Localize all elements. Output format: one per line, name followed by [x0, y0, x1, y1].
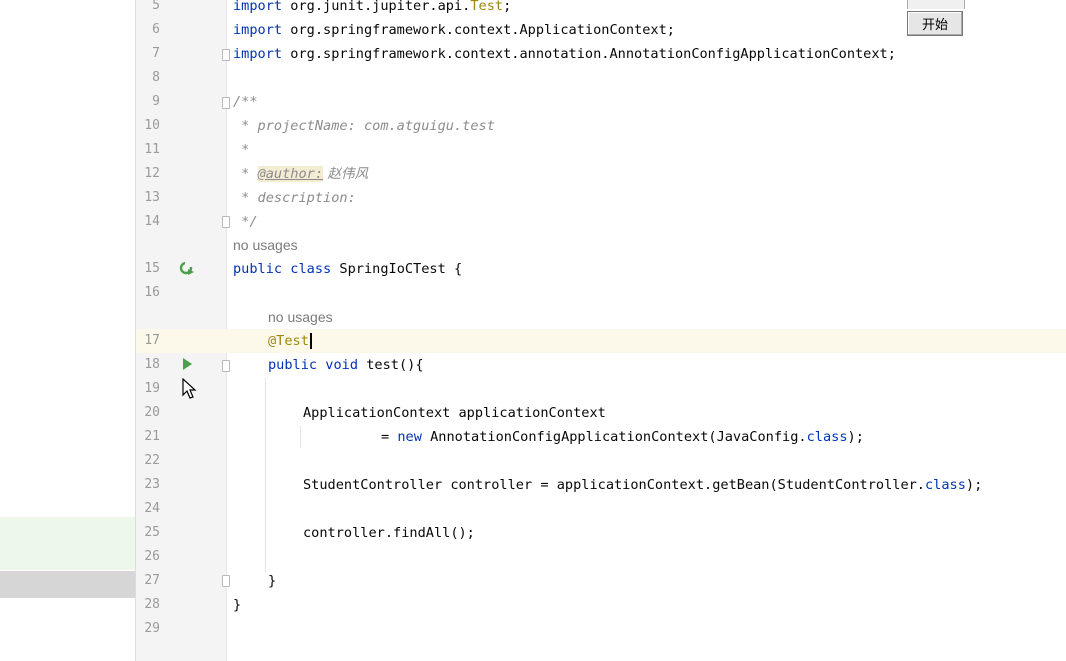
- line-number: 29: [144, 621, 160, 636]
- constructor-call: AnnotationConfigApplicationContext(JavaC…: [421, 429, 807, 445]
- author-name: 赵伟风: [323, 166, 369, 182]
- line-number: 13: [144, 190, 160, 205]
- code-line-18[interactable]: public void test(){: [268, 353, 424, 377]
- paren-close: );: [847, 429, 864, 445]
- code-line-28[interactable]: }: [233, 593, 241, 617]
- code-line-27[interactable]: }: [268, 569, 276, 593]
- javadoc-close[interactable]: */: [233, 210, 257, 234]
- code-line-20[interactable]: ApplicationContext applicationContext: [303, 401, 606, 425]
- paren-close: );: [965, 477, 983, 493]
- getbean-call: StudentController controller = applicati…: [303, 477, 925, 493]
- import-path: org.springframework.context.annotation.A…: [282, 46, 896, 62]
- keyword: class: [806, 429, 848, 445]
- line-number: 15: [144, 261, 160, 276]
- line-number: 16: [144, 285, 160, 300]
- code-line-15[interactable]: public class SpringIoCTest {: [233, 257, 462, 281]
- keyword: import: [233, 22, 283, 38]
- line-number: 8: [152, 70, 160, 85]
- method-name: test(){: [358, 357, 424, 373]
- keyword: new: [397, 429, 422, 445]
- line-number: 20: [144, 405, 160, 420]
- text-caret: [309, 333, 312, 349]
- usages-hint-class[interactable]: no usages: [233, 233, 298, 257]
- import-path: org.junit.jupiter.api.: [282, 0, 471, 14]
- line-number: 28: [144, 597, 160, 612]
- line-number: 6: [152, 22, 160, 37]
- javadoc-prefix: *: [233, 166, 258, 182]
- line-number: 24: [144, 501, 160, 516]
- code-line-23[interactable]: StudentController controller = applicati…: [303, 473, 982, 497]
- line-number: 23: [144, 477, 160, 492]
- code-line-17[interactable]: @Test: [268, 329, 312, 353]
- author-tag: @author:: [257, 166, 324, 182]
- fold-marker-icon[interactable]: [222, 575, 230, 587]
- line-number: 21: [144, 429, 160, 444]
- javadoc-open[interactable]: /**: [233, 90, 258, 114]
- start-button[interactable]: 开始: [907, 11, 963, 36]
- keyword: public void: [268, 357, 359, 373]
- line-number: 26: [144, 549, 160, 564]
- semicolon: ;: [503, 0, 512, 14]
- javadoc-description[interactable]: * description:: [233, 186, 356, 210]
- keyword: import: [233, 46, 283, 62]
- keyword: class: [925, 477, 966, 493]
- line-number: 7: [152, 46, 160, 61]
- keyword: public class: [233, 261, 332, 277]
- fold-marker-icon[interactable]: [222, 49, 230, 61]
- line-number: 5: [152, 0, 160, 13]
- line-number: 12: [144, 166, 160, 181]
- line-number: 18: [144, 357, 160, 372]
- project-panel-selection: [0, 571, 136, 598]
- assign-op: =: [381, 429, 398, 445]
- class-name: SpringIoCTest {: [331, 261, 463, 277]
- line-number: 25: [144, 525, 160, 540]
- code-line-5[interactable]: import org.junit.jupiter.api.Test;: [233, 0, 511, 18]
- code-line-7[interactable]: import org.springframework.context.annot…: [233, 42, 896, 66]
- fold-marker-icon[interactable]: [222, 216, 230, 228]
- fold-marker-icon[interactable]: [222, 97, 230, 109]
- indent-guide: [265, 378, 266, 572]
- keyword: import: [233, 0, 283, 14]
- line-number: 14: [144, 214, 160, 229]
- line-number: 17: [144, 333, 160, 348]
- javadoc-author-line[interactable]: * @author: 赵伟风: [233, 162, 368, 186]
- code-line-6[interactable]: import org.springframework.context.Appli…: [233, 18, 675, 42]
- line-number: 19: [144, 381, 160, 396]
- javadoc-project[interactable]: * projectName: com.atguigu.test: [233, 114, 495, 138]
- fold-marker-icon[interactable]: [222, 360, 230, 372]
- import-path: org.springframework.context.ApplicationC…: [282, 22, 675, 38]
- run-class-icon[interactable]: [179, 260, 195, 276]
- usages-hint-method[interactable]: no usages: [268, 305, 333, 329]
- code-line-21[interactable]: = new AnnotationConfigApplicationContext…: [381, 425, 864, 449]
- line-number: 22: [144, 453, 160, 468]
- indent-guide: [300, 426, 301, 448]
- test-annotation: @Test: [268, 333, 309, 349]
- line-number: 10: [144, 118, 160, 133]
- line-number: 27: [144, 573, 160, 588]
- project-panel-highlight: [0, 517, 136, 570]
- run-test-icon[interactable]: [183, 358, 192, 370]
- import-class: Test: [470, 0, 504, 14]
- line-number: 11: [144, 142, 160, 157]
- mouse-cursor-icon: [182, 378, 197, 399]
- javadoc-blank[interactable]: *: [233, 138, 249, 162]
- code-line-25[interactable]: controller.findAll();: [303, 521, 475, 545]
- line-number: 9: [152, 94, 160, 109]
- overlay-window-edge: [907, 0, 965, 9]
